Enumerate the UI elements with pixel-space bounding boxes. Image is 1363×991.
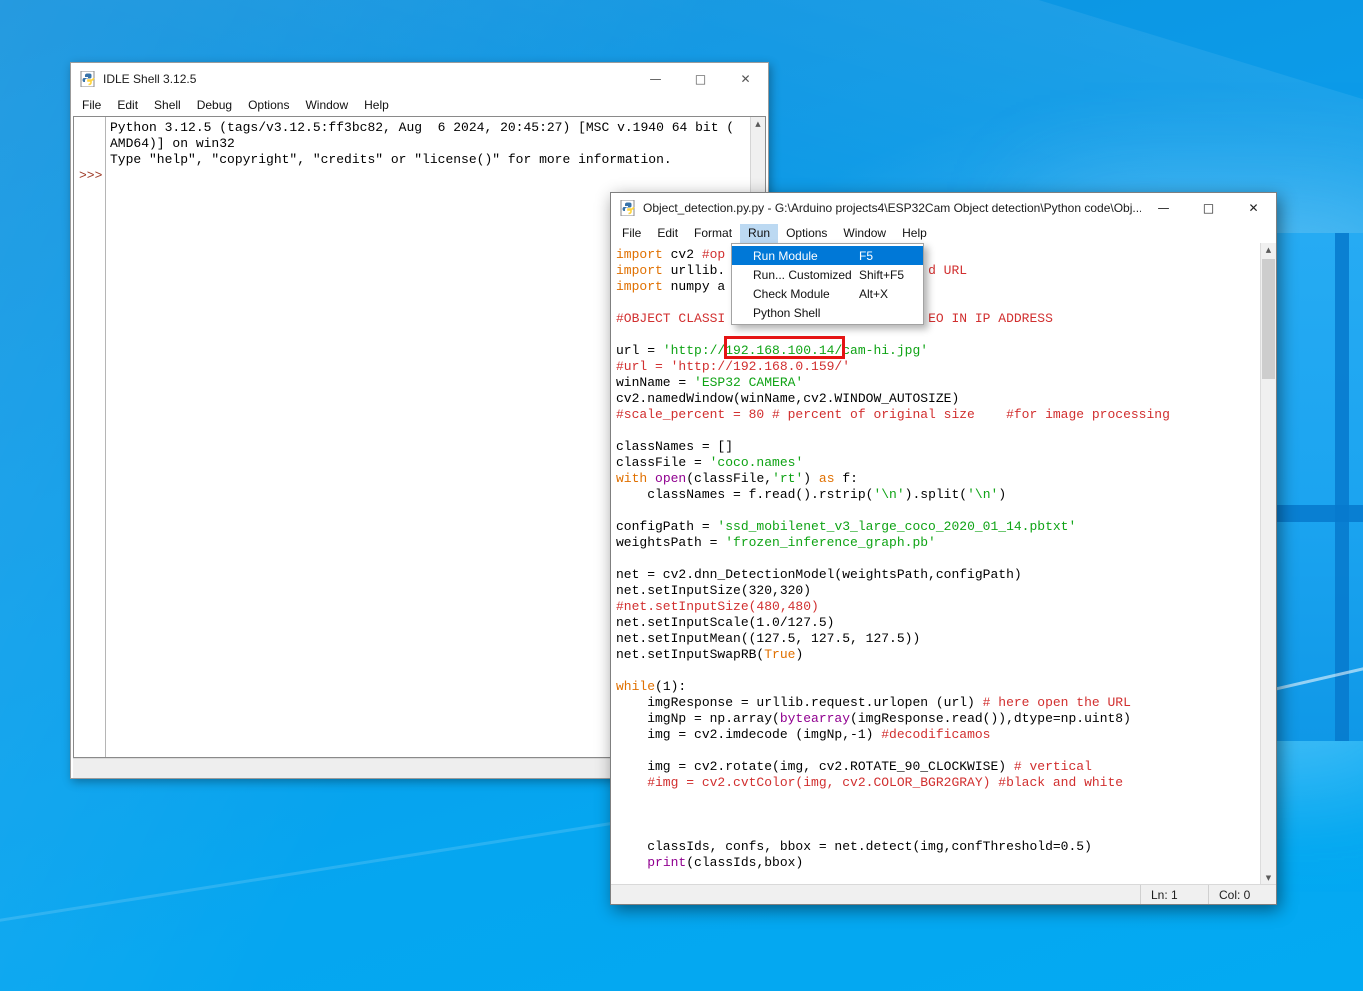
code-line: img = cv2.rotate(img, cv2.ROTATE_90_CLOC…: [616, 759, 1261, 775]
menu-edit[interactable]: Edit: [109, 96, 146, 115]
code-line: img = cv2.imdecode (imgNp,-1) #decodific…: [616, 727, 1261, 743]
code-line: [616, 423, 1261, 439]
menu-window[interactable]: Window: [835, 224, 894, 243]
code-line: weightsPath = 'frozen_inference_graph.pb…: [616, 535, 1261, 551]
idle-app-icon: [80, 71, 96, 87]
code-line: #OBJECT CLASSI EO IN IP ADDRESS: [616, 311, 1261, 327]
code-line: [616, 807, 1261, 823]
code-line: [616, 743, 1261, 759]
code-line: classIds, confs, bbox = net.detect(img,c…: [616, 839, 1261, 855]
menu-options[interactable]: Options: [240, 96, 297, 115]
run-menu-item-check-module[interactable]: Check ModuleAlt+X: [732, 284, 923, 303]
menu-format[interactable]: Format: [686, 224, 740, 243]
shell-window-title: IDLE Shell 3.12.5: [103, 72, 196, 86]
shell-output-line: AMD64)] on win32: [110, 136, 761, 152]
code-line: [616, 791, 1261, 807]
code-line: [616, 327, 1261, 343]
code-line: cv2.namedWindow(winName,cv2.WINDOW_AUTOS…: [616, 391, 1261, 407]
menu-file[interactable]: File: [74, 96, 109, 115]
status-line-indicator: Ln: 1: [1140, 885, 1208, 904]
code-line: import cv2 #op: [616, 247, 1261, 263]
code-line: net = cv2.dnn_DetectionModel(weightsPath…: [616, 567, 1261, 583]
code-line: [616, 551, 1261, 567]
menu-debug[interactable]: Debug: [189, 96, 240, 115]
desktop: { "icons": { "minimize": "—", "maximize"…: [0, 0, 1363, 991]
shell-maximize-button[interactable]: □: [678, 63, 723, 95]
menu-item-label: Run Module: [753, 249, 859, 263]
editor-maximize-button[interactable]: □: [1186, 193, 1231, 223]
idle-app-icon: [620, 200, 636, 216]
code-line: import urllib. d URL: [616, 263, 1261, 279]
run-dropdown-menu: Run ModuleF5Run... CustomizedShift+F5Che…: [731, 243, 924, 325]
code-line: net.setInputScale(1.0/127.5): [616, 615, 1261, 631]
menu-options[interactable]: Options: [778, 224, 835, 243]
code-line: #net.setInputSize(480,480): [616, 599, 1261, 615]
code-line: [616, 295, 1261, 311]
menu-help[interactable]: Help: [356, 96, 397, 115]
scroll-up-icon[interactable]: ▲: [751, 117, 765, 131]
code-line: #img = cv2.cvtColor(img, cv2.COLOR_BGR2G…: [616, 775, 1261, 791]
code-line: classNames = []: [616, 439, 1261, 455]
shell-output-line: Python 3.12.5 (tags/v3.12.5:ff3bc82, Aug…: [110, 120, 761, 136]
menu-run[interactable]: Run: [740, 224, 778, 243]
editor-menubar: FileEditFormatRunOptionsWindowHelp: [611, 223, 1276, 243]
run-menu-item-run-module[interactable]: Run ModuleF5: [732, 246, 923, 265]
shell-minimize-button[interactable]: —: [633, 63, 678, 95]
code-line: print(classIds,bbox): [616, 855, 1261, 871]
code-line: while(1):: [616, 679, 1261, 695]
run-menu-item-python-shell[interactable]: Python Shell: [732, 303, 923, 322]
editor-minimize-button[interactable]: —: [1141, 193, 1186, 223]
code-line: import numpy a: [616, 279, 1261, 295]
code-line: classFile = 'coco.names': [616, 455, 1261, 471]
menu-item-label: Python Shell: [753, 306, 859, 320]
red-annotation-box: [724, 336, 845, 359]
code-line: [616, 503, 1261, 519]
editor-window-title: Object_detection.py.py - G:\Arduino proj…: [643, 201, 1141, 215]
editor-window: Object_detection.py.py - G:\Arduino proj…: [610, 192, 1277, 905]
scroll-down-icon[interactable]: ▼: [1261, 871, 1276, 885]
code-line: classNames = f.read().rstrip('\n').split…: [616, 487, 1261, 503]
scrollbar-thumb[interactable]: [1262, 259, 1275, 379]
code-line: configPath = 'ssd_mobilenet_v3_large_coc…: [616, 519, 1261, 535]
code-line: [616, 663, 1261, 679]
shell-menubar: FileEditShellDebugOptionsWindowHelp: [71, 95, 768, 115]
code-line: imgNp = np.array(bytearray(imgResponse.r…: [616, 711, 1261, 727]
shell-titlebar[interactable]: IDLE Shell 3.12.5 — □ ✕: [71, 63, 768, 95]
code-line: with open(classFile,'rt') as f:: [616, 471, 1261, 487]
editor-scrollbar[interactable]: ▲ ▼: [1260, 243, 1276, 885]
menu-edit[interactable]: Edit: [649, 224, 686, 243]
run-menu-item-run-customized[interactable]: Run... CustomizedShift+F5: [732, 265, 923, 284]
editor-titlebar[interactable]: Object_detection.py.py - G:\Arduino proj…: [611, 193, 1276, 223]
code-line: net.setInputMean((127.5, 127.5, 127.5)): [616, 631, 1261, 647]
menu-item-label: Check Module: [753, 287, 859, 301]
editor-statusbar: Ln: 1 Col: 0: [611, 884, 1276, 904]
code-line: #url = 'http://192.168.0.159/': [616, 359, 1261, 375]
scroll-up-icon[interactable]: ▲: [1261, 243, 1276, 257]
editor-close-button[interactable]: ✕: [1231, 193, 1276, 223]
code-line: url = 'http://192.168.100.14/cam-hi.jpg': [616, 343, 1261, 359]
shell-close-button[interactable]: ✕: [723, 63, 768, 95]
menu-help[interactable]: Help: [894, 224, 935, 243]
wallpaper-window-crossbar: [1335, 233, 1349, 741]
code-line: net.setInputSwapRB(True): [616, 647, 1261, 663]
menu-shell[interactable]: Shell: [146, 96, 189, 115]
status-col-indicator: Col: 0: [1208, 885, 1276, 904]
shell-prompt-sidebar: >>>: [74, 117, 106, 757]
menu-item-shortcut: F5: [859, 249, 873, 263]
code-line: winName = 'ESP32 CAMERA': [616, 375, 1261, 391]
code-line: [616, 823, 1261, 839]
code-line: imgResponse = urllib.request.urlopen (ur…: [616, 695, 1261, 711]
shell-output-line: Type "help", "copyright", "credits" or "…: [110, 152, 761, 168]
menu-item-shortcut: Alt+X: [859, 287, 888, 301]
code-line: net.setInputSize(320,320): [616, 583, 1261, 599]
menu-file[interactable]: File: [614, 224, 649, 243]
menu-item-shortcut: Shift+F5: [859, 268, 904, 282]
code-line: #scale_percent = 80 # percent of origina…: [616, 407, 1261, 423]
menu-item-label: Run... Customized: [753, 268, 859, 282]
shell-prompt: >>>: [79, 168, 102, 183]
code-editor-text-area[interactable]: import cv2 #opimport urllib. d URLimport…: [611, 243, 1261, 885]
menu-window[interactable]: Window: [297, 96, 356, 115]
